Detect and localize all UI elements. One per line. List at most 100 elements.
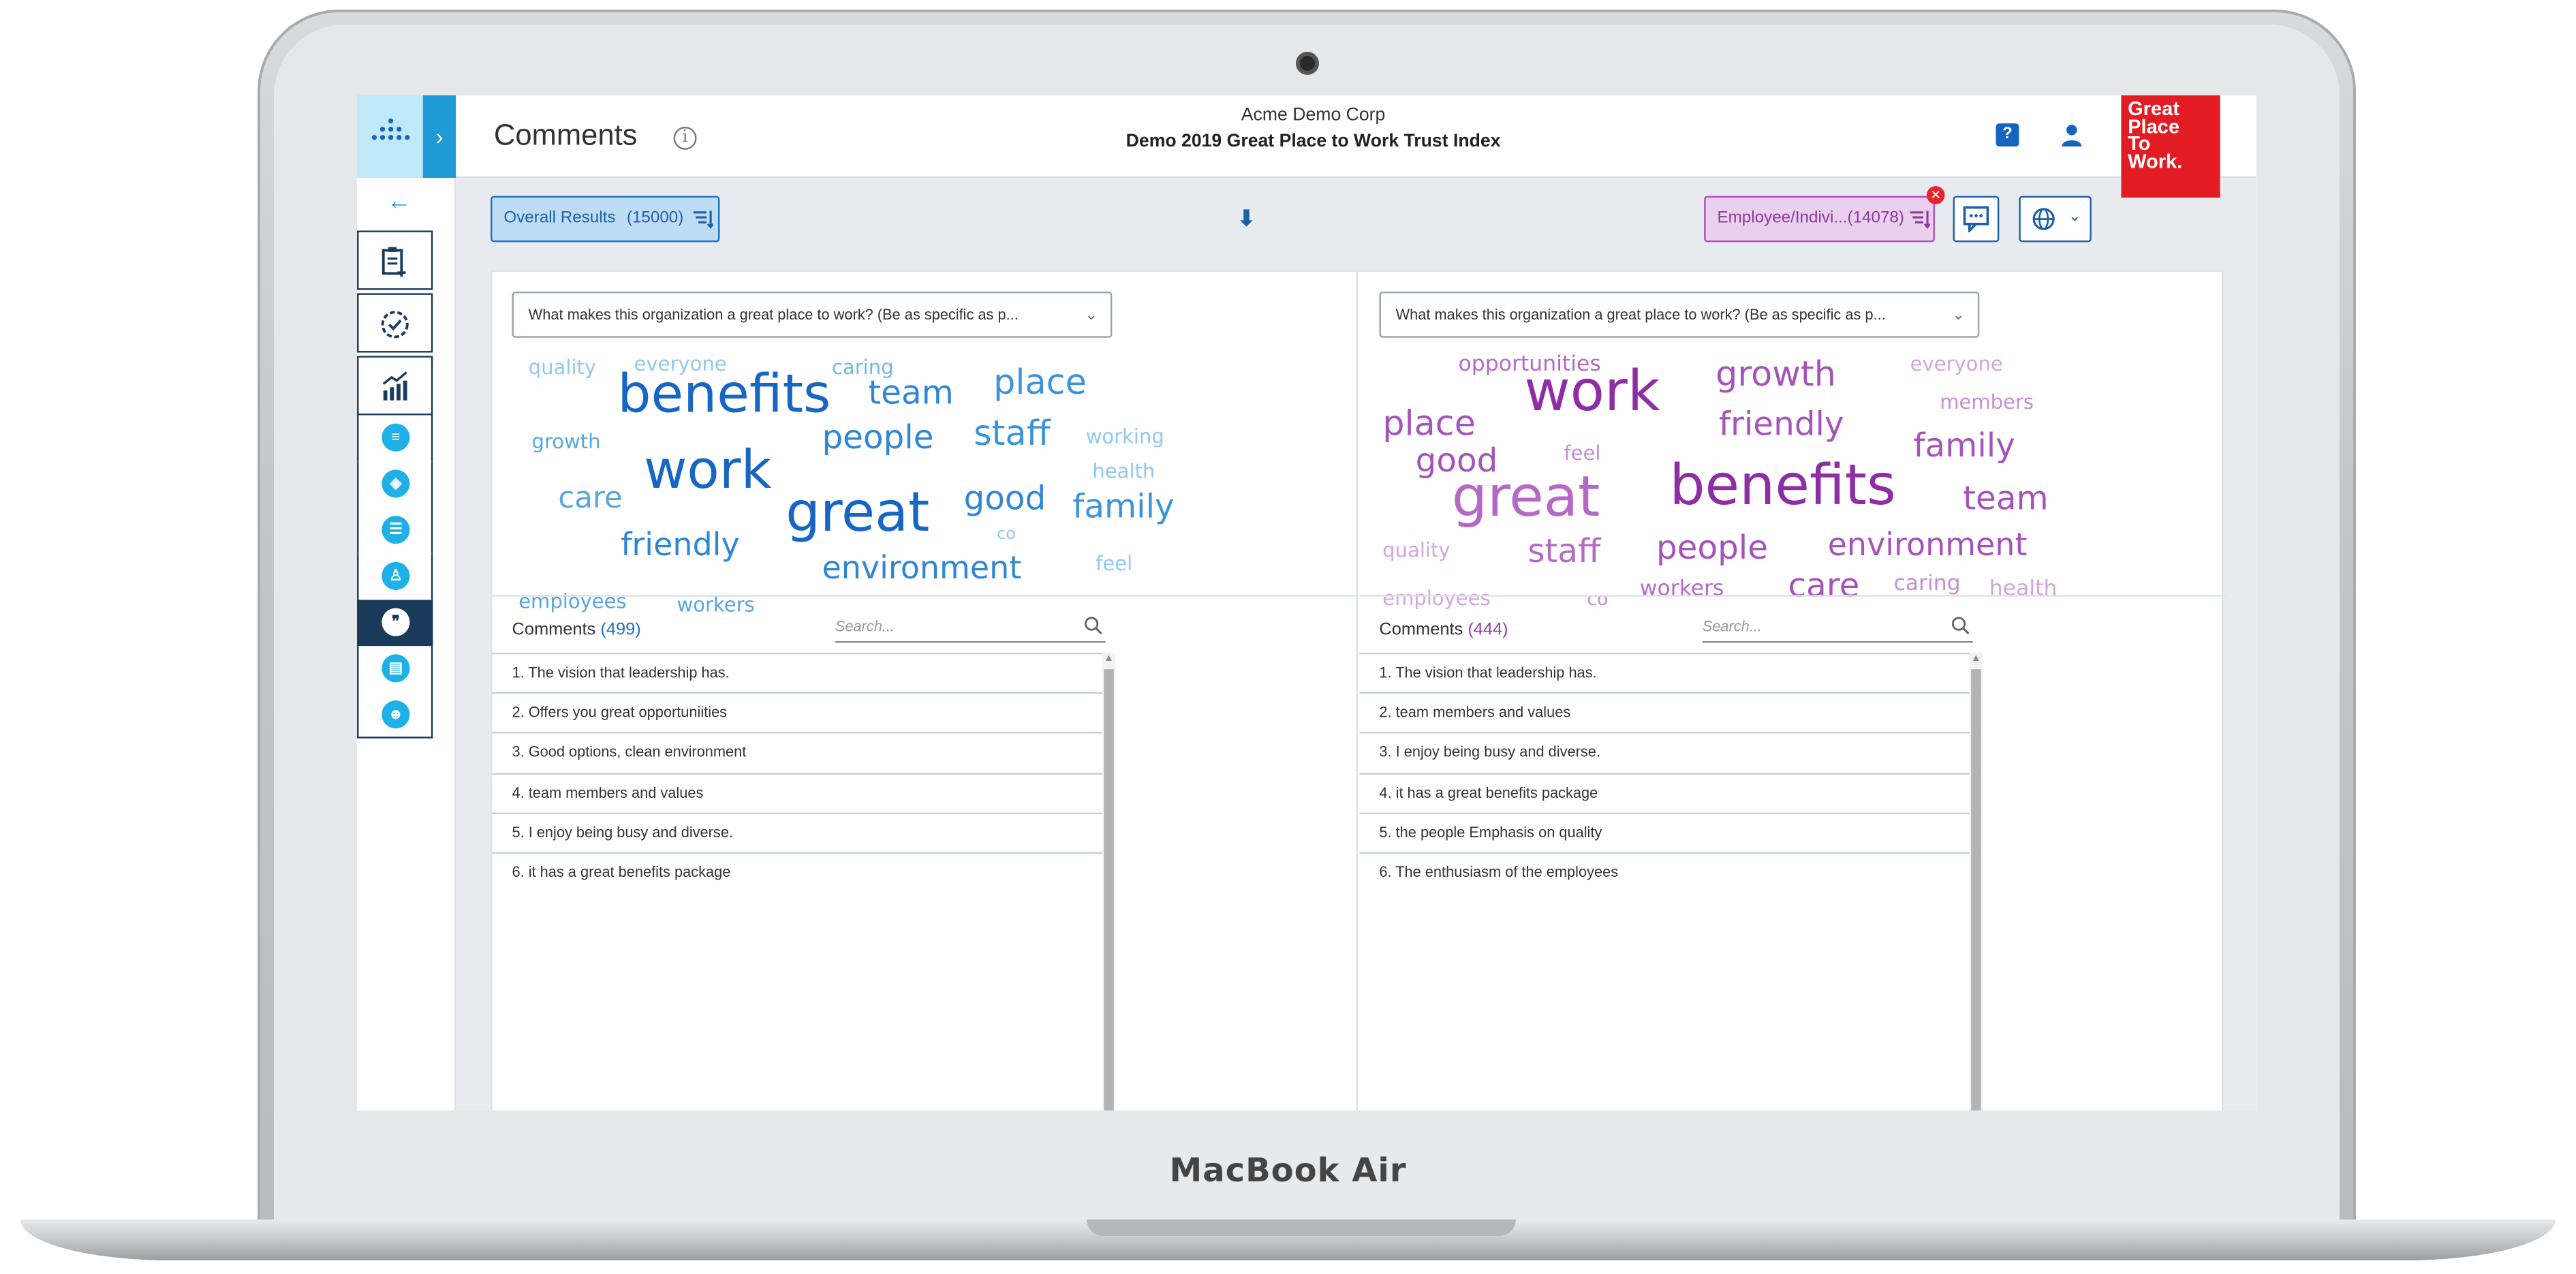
comment-row[interactable]: 5. the people Emphasis on quality bbox=[1359, 812, 1983, 852]
cloud-word[interactable]: benefits bbox=[617, 367, 831, 420]
info-icon[interactable]: i bbox=[673, 126, 697, 150]
cloud-word[interactable]: health bbox=[1092, 461, 1155, 481]
sidebar: ← ≡ ◈ ☰ ♙ ❞ ▤ ☻ bbox=[357, 178, 456, 1110]
cloud-word[interactable]: feel bbox=[1564, 444, 1600, 463]
cloud-word[interactable]: employees bbox=[1382, 589, 1490, 608]
back-arrow-icon[interactable]: ← bbox=[387, 188, 412, 216]
comment-row[interactable]: 1. The vision that leadership has. bbox=[1359, 652, 1983, 693]
search-input[interactable]: Search... bbox=[1702, 610, 1973, 643]
filter-label: Employee/Indivi... bbox=[1717, 208, 1848, 228]
question-select[interactable]: What makes this organization a great pla… bbox=[1379, 291, 1980, 338]
sort-filter-icon bbox=[693, 211, 713, 229]
search-icon bbox=[1951, 617, 1970, 635]
globe-icon bbox=[2032, 208, 2055, 230]
cloud-word[interactable]: growth bbox=[1716, 357, 1836, 392]
comment-row[interactable]: 2. team members and values bbox=[1359, 692, 1983, 732]
cloud-word[interactable]: team bbox=[868, 375, 954, 408]
cloud-word[interactable]: work bbox=[644, 444, 771, 496]
comment-row[interactable]: 6. The enthusiasm of the employees bbox=[1359, 852, 1983, 892]
sidebar-expand-button[interactable]: › bbox=[422, 95, 456, 178]
cloud-word[interactable]: members bbox=[1940, 392, 2034, 412]
sidebar-item-checklist[interactable]: ☰ bbox=[357, 508, 433, 554]
comment-row[interactable]: 6. it has a great benefits package bbox=[492, 852, 1116, 892]
chat-bubble-icon bbox=[1963, 206, 1989, 232]
sidebar-item-reports[interactable]: ≡ bbox=[357, 415, 433, 462]
cloud-word[interactable]: co bbox=[1587, 590, 1608, 608]
sidebar-item-profile[interactable]: ☻ bbox=[357, 692, 433, 739]
scroll-up-icon[interactable]: ▲ bbox=[1971, 654, 1981, 664]
cloud-word[interactable]: growth bbox=[532, 432, 601, 452]
cloud-word[interactable]: co bbox=[997, 527, 1016, 544]
comment-row[interactable]: 3. Good options, clean environment bbox=[492, 732, 1116, 773]
sidebar-item-layers[interactable]: ◈ bbox=[357, 461, 433, 508]
app-logo[interactable]: › bbox=[357, 95, 456, 178]
download-icon[interactable]: ⬇ bbox=[1237, 206, 1255, 232]
sidebar-item-survey-setup[interactable] bbox=[357, 230, 433, 290]
cloud-word[interactable]: work bbox=[1524, 364, 1660, 420]
divider bbox=[492, 595, 1358, 597]
comment-row[interactable]: 5. I enjoy being busy and diverse. bbox=[492, 812, 1116, 852]
remove-filter-icon[interactable]: ✕ bbox=[1926, 186, 1945, 204]
cloud-word[interactable]: people bbox=[1656, 531, 1768, 563]
report-icon: ≡ bbox=[382, 423, 410, 452]
search-placeholder: Search... bbox=[835, 618, 895, 635]
scrollbar[interactable]: ▲ bbox=[1102, 652, 1116, 1110]
comment-row[interactable]: 1. The vision that leadership has. bbox=[492, 652, 1116, 693]
cloud-word[interactable]: working bbox=[1086, 426, 1164, 446]
comments-view-button[interactable] bbox=[1953, 196, 2000, 243]
sidebar-item-comments[interactable]: ❞ bbox=[357, 600, 433, 647]
cloud-word[interactable]: good bbox=[964, 481, 1046, 514]
search-icon bbox=[1084, 617, 1102, 635]
cloud-word[interactable]: family bbox=[1072, 489, 1174, 522]
cloud-word[interactable]: care bbox=[558, 484, 622, 514]
cloud-word[interactable]: quality bbox=[1382, 540, 1450, 560]
cloud-word[interactable]: environment bbox=[1828, 530, 2028, 562]
comment-row[interactable]: 2. Offers you great opportuniities bbox=[492, 692, 1116, 732]
cloud-word[interactable]: family bbox=[1913, 429, 2015, 461]
cloud-word[interactable]: friendly bbox=[621, 530, 740, 562]
cloud-word[interactable]: staff bbox=[1527, 534, 1600, 567]
top-bar: › Comments i Acme Demo Corp Demo 2019 Gr… bbox=[357, 95, 2256, 198]
cloud-word[interactable]: everyone bbox=[1910, 354, 2003, 374]
scrollbar-thumb[interactable] bbox=[1971, 669, 1981, 1110]
scroll-up-icon[interactable]: ▲ bbox=[1104, 654, 1113, 664]
comment-row[interactable]: 3. I enjoy being busy and diverse. bbox=[1359, 732, 1983, 773]
sidebar-item-progress[interactable] bbox=[357, 293, 433, 353]
cloud-word[interactable]: health bbox=[1989, 578, 2058, 600]
help-icon[interactable]: ? bbox=[1996, 123, 2019, 147]
search-input[interactable]: Search... bbox=[835, 610, 1106, 643]
comments-list: 1. The vision that leadership has. 2. Off… bbox=[492, 652, 1116, 892]
user-icon[interactable] bbox=[2058, 122, 2085, 149]
cloud-word[interactable]: quality bbox=[529, 358, 596, 377]
scrollbar-thumb[interactable] bbox=[1104, 669, 1114, 1110]
cloud-word[interactable]: benefits bbox=[1669, 458, 1896, 514]
cloud-word[interactable]: great bbox=[1452, 469, 1600, 525]
cloud-word[interactable]: team bbox=[1963, 481, 2049, 514]
cloud-word[interactable]: place bbox=[1382, 406, 1476, 441]
cloud-word[interactable]: workers bbox=[1640, 578, 1724, 600]
language-select[interactable]: ⌄ bbox=[2019, 196, 2092, 243]
word-cloud: opportunities work growth everyone members pl… bbox=[1359, 344, 2225, 608]
overall-results-filter[interactable]: Overall Results (15000) bbox=[491, 196, 720, 243]
sidebar-item-dashboard[interactable]: ▤ bbox=[357, 646, 433, 693]
cloud-word[interactable]: caring bbox=[1893, 574, 1960, 595]
scrollbar[interactable]: ▲ bbox=[1969, 652, 1983, 1110]
question-select[interactable]: What makes this organization a great pla… bbox=[512, 291, 1113, 338]
cloud-word[interactable]: feel bbox=[1096, 554, 1132, 574]
employee-filter[interactable]: Employee/Indivi...(14078) bbox=[1704, 196, 1935, 243]
cloud-word[interactable]: workers bbox=[677, 595, 754, 615]
cloud-word[interactable]: place bbox=[993, 365, 1087, 401]
cloud-word[interactable]: environment bbox=[822, 553, 1021, 585]
comment-row[interactable]: 4. team members and values bbox=[492, 772, 1116, 813]
cloud-word[interactable]: great bbox=[786, 484, 929, 539]
people-icon: ♙ bbox=[382, 561, 410, 590]
comments-heading: Comments (444) bbox=[1379, 620, 1508, 640]
sidebar-item-analytics[interactable] bbox=[357, 356, 433, 416]
filter-label: Overall Results bbox=[503, 208, 616, 228]
comment-row[interactable]: 4. it has a great benefits package bbox=[1359, 772, 1983, 813]
cloud-word[interactable]: staff bbox=[974, 416, 1051, 452]
cloud-word[interactable]: friendly bbox=[1719, 407, 1844, 439]
layers-icon: ◈ bbox=[382, 469, 410, 498]
cloud-word[interactable]: people bbox=[822, 420, 933, 453]
sidebar-item-people[interactable]: ♙ bbox=[357, 553, 433, 600]
